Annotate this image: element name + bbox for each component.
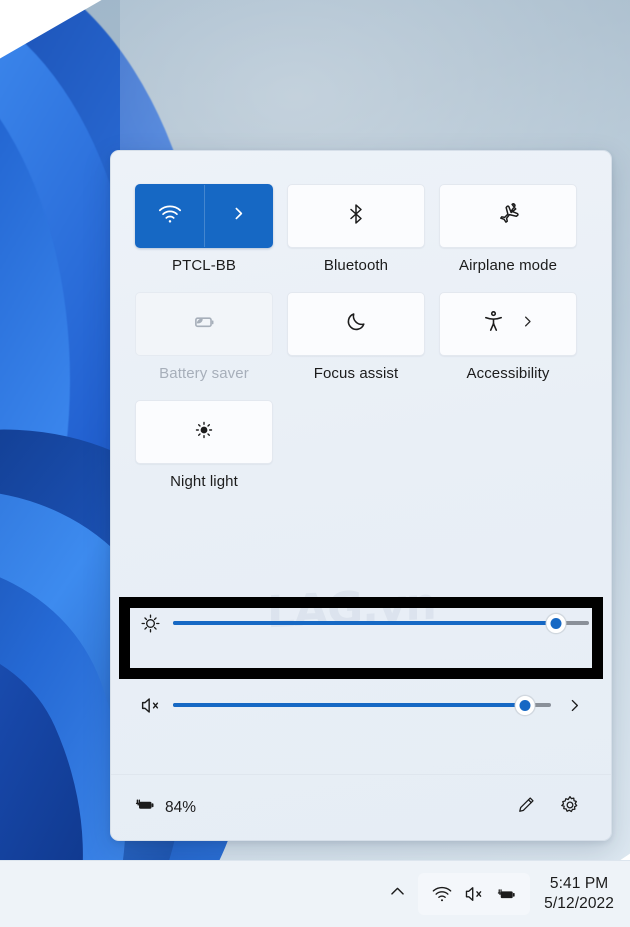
brightness-icon [133,612,167,635]
chevron-right-icon [230,205,247,227]
tile-cell-night-light: Night light [135,400,273,490]
volume-slider-fill [173,703,525,707]
wifi-icon [157,201,183,232]
tile-cell-bluetooth: Bluetooth [287,184,425,274]
clock-date: 5/12/2022 [544,895,614,912]
tray-battery-charging-icon[interactable] [491,880,521,908]
quick-settings-tile-grid: PTCL-BB Bluetooth Airplane mode Battery … [135,184,586,508]
accessibility-person-icon [481,309,506,339]
tray-overflow-button[interactable] [380,877,414,911]
pencil-icon [515,794,537,821]
system-tray: 5:41 PM 5/12/2022 [380,873,624,915]
tile-cell-focus-assist: Focus assist [287,292,425,382]
tile-night-light[interactable] [135,400,273,464]
tile-wifi[interactable] [135,184,273,248]
volume-expand-button[interactable] [559,697,589,714]
screen: LAG.vn PTCL-BB Bluetooth Airplane mode B… [0,0,630,927]
chevron-up-icon [388,882,407,906]
tile-cell-airplane-mode: Airplane mode [439,184,577,274]
battery-saver-icon [191,309,217,340]
taskbar: 5:41 PM 5/12/2022 [0,860,630,927]
tile-label-bluetooth: Bluetooth [323,257,389,274]
airplane-icon [495,201,521,232]
clock-time: 5:41 PM [549,875,609,893]
tile-battery-saver[interactable] [135,292,273,356]
tile-focus-assist[interactable] [287,292,425,356]
quick-settings-footer: 84% [111,774,611,840]
brightness-slider-thumb[interactable] [545,612,567,634]
battery-charging-icon [133,793,157,822]
tile-label-battery-saver: Battery saver [159,365,249,382]
slider-area [111,599,611,729]
brightness-slider-row [111,599,611,647]
tray-speaker-muted-icon[interactable] [459,880,489,908]
taskbar-clock[interactable]: 5:41 PM 5/12/2022 [544,874,614,913]
tile-label-night-light: Night light [170,473,238,490]
tile-airplane-mode[interactable] [439,184,577,248]
bluetooth-icon [344,202,368,231]
brightness-slider[interactable] [173,612,589,634]
tile-bluetooth[interactable] [287,184,425,248]
battery-percent-label: 84% [165,798,197,816]
night-light-icon [192,418,216,447]
tile-label-airplane-mode: Airplane mode [458,257,558,274]
battery-status: 84% [133,793,196,822]
gear-icon [559,794,581,821]
volume-slider-thumb[interactable] [514,694,536,716]
tile-accessibility-expand-button[interactable] [520,314,535,334]
tray-wifi-icon[interactable] [427,880,457,908]
tile-wifi-expand-button[interactable] [203,185,273,247]
tile-accessibility[interactable] [439,292,577,356]
volume-slider-row [111,681,611,729]
tile-wifi-toggle[interactable] [136,185,204,247]
edit-quick-settings-button[interactable] [507,789,545,827]
quick-settings-panel: LAG.vn PTCL-BB Bluetooth Airplane mode B… [110,150,612,841]
speaker-muted-icon[interactable] [133,694,167,717]
tile-cell-accessibility: Accessibility [439,292,577,382]
brightness-slider-fill [173,621,556,625]
moon-icon [344,309,369,339]
tile-label-accessibility: Accessibility [466,365,550,382]
tile-cell-wifi: PTCL-BB [135,184,273,274]
tray-quick-settings-button[interactable] [418,873,531,915]
volume-slider[interactable] [173,694,551,716]
tile-label-focus-assist: Focus assist [313,365,399,382]
tile-label-wifi: PTCL-BB [171,257,237,274]
tile-cell-battery-saver: Battery saver [135,292,273,382]
open-settings-button[interactable] [551,789,589,827]
